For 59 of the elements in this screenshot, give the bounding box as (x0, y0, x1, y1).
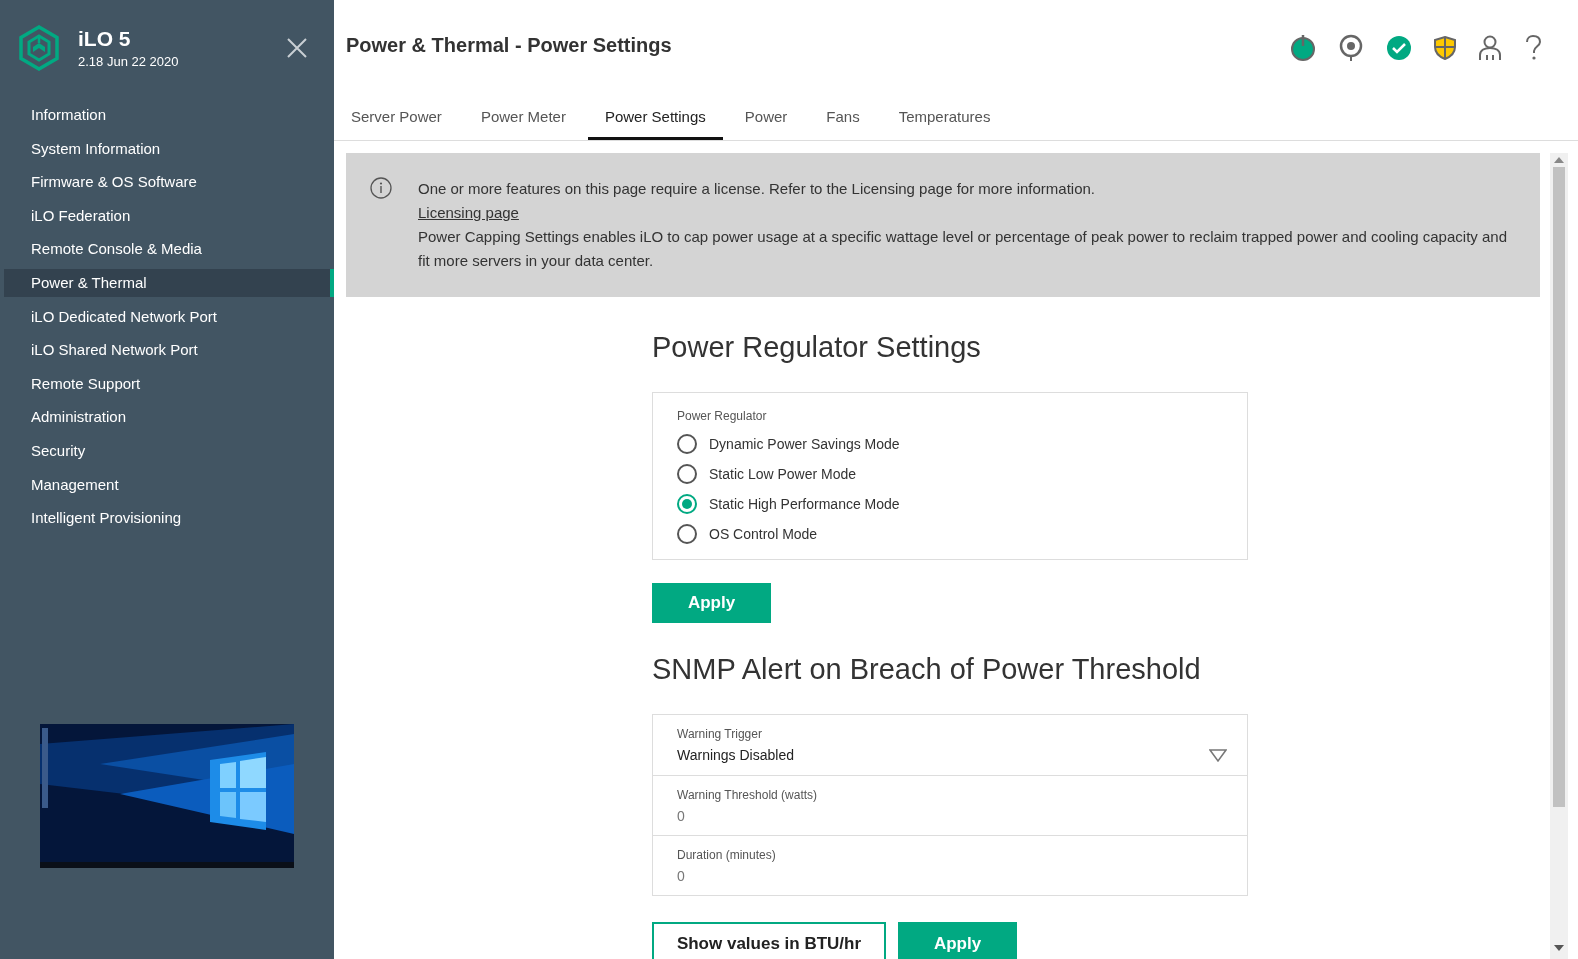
sidebar-item[interactable]: Firmware & OS Software (4, 168, 334, 197)
sidebar-item[interactable]: Remote Support (4, 369, 334, 398)
radio-button[interactable] (677, 494, 697, 514)
field-value: 0 (677, 868, 685, 884)
licensing-link[interactable]: Licensing page (418, 204, 519, 221)
radio-option[interactable]: Dynamic Power Savings Mode (677, 429, 1223, 459)
sidebar-item[interactable]: Management (4, 470, 334, 499)
check-circle-icon[interactable] (1386, 34, 1412, 61)
tab[interactable]: Temperatures (881, 95, 1008, 140)
input-field[interactable]: Duration (minutes) 0 (653, 835, 1247, 895)
field-value: 0 (677, 808, 685, 824)
field-label: Warning Trigger (677, 727, 763, 741)
sidebar-item[interactable]: Intelligent Provisioning (4, 504, 334, 533)
hexagon-cube-logo-icon (18, 25, 60, 71)
sidebar-item[interactable]: iLO Federation (4, 201, 334, 230)
radio-option[interactable]: Static High Performance Mode (677, 489, 1223, 519)
field-value: Warnings Disabled (677, 747, 794, 763)
shield-icon[interactable] (1434, 35, 1456, 60)
sidebar-item[interactable]: System Information (4, 134, 334, 163)
notice-message: One or more features on this page require a license. Refer to the Licensing page for more information. (418, 179, 1097, 199)
product-name: iLO 5 (78, 27, 132, 51)
location-icon[interactable] (1338, 33, 1364, 62)
page-title: Power & Thermal - Power Settings (346, 34, 673, 57)
notice-description: Power Capping Settings enables iLO to cap power usage at a specific wattage level or percentage of peak power to reclaim trapped power and cooling capacity and fit more servers in your data center. (418, 227, 1508, 271)
field-label: Duration (minutes) (677, 848, 777, 862)
radio-button[interactable] (677, 464, 697, 484)
scroll-down-arrow-icon[interactable] (1554, 945, 1564, 951)
sidebar-item[interactable]: iLO Shared Network Port (4, 336, 334, 365)
sidebar-item[interactable]: iLO Dedicated Network Port (4, 302, 334, 331)
tab[interactable]: Fans (809, 95, 877, 140)
caret-icon[interactable] (1209, 749, 1227, 762)
help-icon[interactable] (1524, 34, 1542, 61)
sidebar-item[interactable]: Information (4, 101, 334, 129)
sidebar-item[interactable]: Power & Thermal (4, 268, 334, 297)
sidebar-item[interactable]: Security (4, 436, 334, 465)
tab[interactable]: Power Meter (463, 95, 583, 140)
section-heading: Power Regulator Settings (652, 331, 982, 364)
sidebar-item[interactable]: Administration (4, 403, 334, 432)
info-icon (370, 177, 392, 199)
close-icon[interactable] (286, 37, 308, 59)
unit-toggle-button[interactable]: Show values in BTU/hr (652, 922, 886, 959)
tab[interactable]: Power Settings (587, 95, 723, 140)
user-icon[interactable] (1478, 34, 1502, 61)
radio-option[interactable]: Static Low Power Mode (677, 459, 1223, 489)
radio-option[interactable]: OS Control Mode (677, 519, 1223, 549)
input-field[interactable]: Warning Threshold (watts) 0 (653, 775, 1247, 835)
radio-button[interactable] (677, 434, 697, 454)
tab[interactable]: Server Power (334, 95, 459, 140)
scroll-up-arrow-icon[interactable] (1554, 157, 1564, 163)
section-heading: SNMP Alert on Breach of Power Threshold (652, 653, 1202, 686)
input-field[interactable]: Warning Trigger Warnings Disabled (653, 715, 1247, 775)
tab[interactable]: Power (727, 95, 805, 140)
scrollbar-thumb[interactable] (1553, 167, 1565, 807)
power-icon[interactable] (1290, 33, 1316, 62)
sidebar-item[interactable]: Remote Console & Media (4, 235, 334, 264)
field-label: Warning Threshold (watts) (677, 788, 819, 802)
field-label: Power Regulator (677, 409, 768, 423)
radio-button[interactable] (677, 524, 697, 544)
version-text: 2.18 Jun 22 2020 (78, 54, 180, 69)
